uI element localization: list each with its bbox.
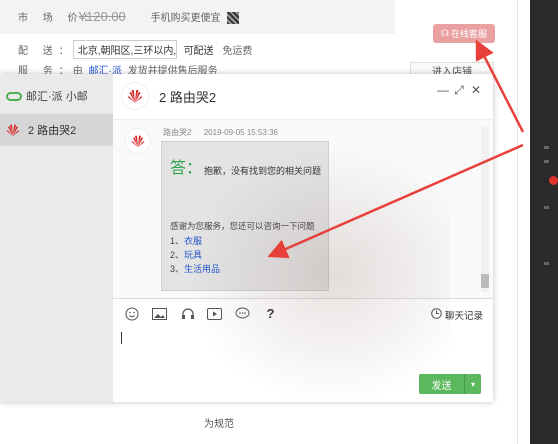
brand-header: 邮汇·派 小邮 (6, 88, 88, 104)
shipping-text: 免运费 (222, 46, 253, 57)
message-bubble: 答： 抱歉，没有找到您的相关问题 感谢为您服务，您还可以咨询一下问题 1、衣服 … (161, 141, 329, 291)
option-item: 1、衣服 (170, 234, 202, 247)
notification-dot (549, 176, 558, 185)
brand-name: 邮汇·派 小邮 (26, 91, 88, 103)
delivery-label: 配 送： (18, 46, 75, 57)
chat-window: 邮汇·派 小邮 2 路由哭2 2 路由哭2 — ⤢ ✕ 路由哭2 2019-09… (0, 74, 493, 402)
message-input[interactable]: 发送 ▾ (113, 328, 493, 402)
option-item: 3、生活用品 (170, 262, 220, 275)
clock-icon (431, 308, 442, 322)
chat-toolbar: ? 聊天记录 (113, 298, 493, 328)
send-button[interactable]: 发送 (419, 374, 465, 394)
message-area[interactable]: 路由哭2 2019-09-05 15:53:36 答： 抱歉，没有找到您的相关问… (113, 120, 493, 298)
chat-sidebar: 邮汇·派 小邮 2 路由哭2 (0, 74, 113, 402)
contact-name: 2 路由哭2 (28, 125, 77, 137)
brand-logo-icon (6, 91, 22, 101)
close-icon[interactable]: ✕ (470, 83, 482, 97)
page-divider (517, 0, 518, 444)
online-service-label: 在线客服 (450, 29, 487, 39)
bottom-text: 为规范 (204, 419, 234, 430)
answer-text: 抱歉，没有找到您的相关问题 (204, 166, 322, 176)
minimize-icon[interactable]: — (437, 83, 449, 97)
emoji-icon[interactable] (124, 307, 139, 320)
mobile-buy-text[interactable]: 手机购买更便宜 (151, 13, 221, 24)
chat-title: 2 路由哭2 (159, 90, 217, 105)
thanks-text: 感谢为您服务，您还可以咨询一下问题 (170, 221, 315, 231)
panel-marker (544, 160, 549, 163)
chat-header: 2 路由哭2 — ⤢ ✕ (113, 74, 493, 120)
chat-history-label: 聊天记录 (444, 311, 483, 322)
answer-label: 答： (170, 160, 203, 177)
option-number: 2、 (170, 250, 185, 260)
qr-code-icon[interactable] (227, 12, 240, 25)
delivery-row: 配 送： 北京,朝阳区,三环以内, 可配送 免运费 (18, 40, 252, 59)
panel-marker (544, 146, 549, 149)
option-link-daily-goods[interactable]: 生活用品 (184, 264, 220, 274)
headset-service-icon: ☊ (440, 28, 449, 38)
message-avatar (125, 128, 151, 154)
send-options-dropdown[interactable]: ▾ (465, 374, 481, 394)
delivery-status: 可配送 (183, 46, 214, 57)
delivery-address-select[interactable]: 北京,朝阳区,三环以内, (72, 40, 177, 59)
option-number: 1、 (170, 236, 185, 246)
message-time: 2019-09-05 15:53:36 (203, 128, 278, 137)
video-icon[interactable] (207, 307, 222, 320)
option-link-clothes[interactable]: 衣服 (184, 236, 202, 246)
chat-history-button[interactable]: 聊天记录 (431, 308, 483, 322)
market-price-label: 市 场 价： (18, 13, 100, 24)
panel-marker (544, 206, 549, 209)
option-link-toys[interactable]: 玩具 (184, 250, 202, 260)
right-dark-panel (530, 0, 558, 444)
header-avatar (121, 82, 149, 110)
scrollbar-thumb[interactable] (481, 274, 489, 288)
maximize-icon[interactable]: ⤢ (453, 83, 465, 98)
help-icon[interactable]: ? (263, 306, 278, 321)
contact-item[interactable]: 2 路由哭2 (0, 114, 113, 146)
message-scrollbar[interactable] (481, 126, 489, 292)
chat-bubble-icon[interactable] (235, 307, 250, 320)
market-price-row: 市 场 价： ¥120.00 手机购买更便宜 (18, 9, 240, 25)
send-button-group: 发送 ▾ (419, 374, 481, 394)
headset-icon[interactable] (180, 307, 195, 320)
screen: 市 场 价： ¥120.00 手机购买更便宜 配 送： 北京,朝阳区,三环以内,… (0, 0, 558, 444)
option-number: 3、 (170, 264, 185, 274)
online-service-button[interactable]: ☊ 在线客服 (433, 24, 495, 43)
message-meta: 路由哭2 2019-09-05 15:53:36 (163, 127, 288, 138)
option-item: 2、玩具 (170, 248, 202, 261)
panel-marker (544, 262, 549, 265)
huawei-logo-icon (4, 121, 22, 139)
text-caret (121, 332, 122, 344)
message-sender: 路由哭2 (163, 128, 192, 137)
image-icon[interactable] (152, 307, 167, 320)
market-price: ¥120.00 (78, 9, 126, 24)
